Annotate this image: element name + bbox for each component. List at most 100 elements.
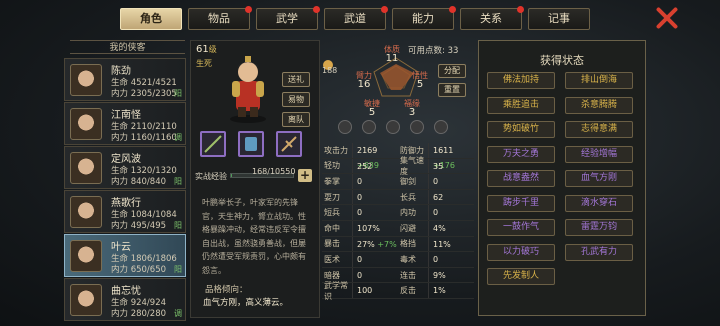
buff-badge[interactable]: 经验增幅 [565, 145, 633, 163]
exp-label: 实战经验 [195, 172, 227, 181]
stat-cell: 武学常识 100 [322, 281, 398, 301]
stat-name: 攻击力 [324, 145, 348, 155]
tab-2[interactable]: 武学 [256, 6, 320, 30]
stat-value: 0 [428, 205, 474, 220]
roster-item[interactable]: 陈劲 生命 4521/4521 内力 2305/2305 阳 [64, 58, 186, 101]
stat-name: 耍刀 [324, 192, 340, 202]
avatar [70, 108, 102, 140]
buff-badge[interactable]: 排山倒海 [565, 72, 633, 89]
add-exp-button[interactable]: + [298, 169, 312, 182]
exp-value: 168/10550 [252, 167, 296, 176]
buff-badge[interactable]: 一鼓作气 [487, 219, 555, 236]
buff-badge[interactable]: 势如破竹 [487, 121, 555, 138]
buff-badge[interactable]: 万夫之勇 [487, 145, 555, 163]
stat-name: 御剑 [400, 176, 416, 186]
gem-slot-icon[interactable] [410, 120, 424, 134]
gift-button[interactable]: 送礼 [282, 72, 310, 87]
stat-cell: 医术 0 [322, 252, 398, 267]
gem-slot-icon[interactable] [362, 120, 376, 134]
stat-value: 252 [352, 158, 398, 174]
stat-cell: 格挡 11% [398, 236, 474, 252]
attr-value-insight: 5 [416, 79, 424, 90]
buff-badge[interactable]: 杀意腾腾 [565, 96, 633, 114]
hero-tag: 阳 [174, 265, 182, 274]
attr-value-constitution: 11 [385, 53, 399, 64]
stat-value: 1% [428, 283, 474, 298]
tab-4[interactable]: 能力 [392, 6, 456, 30]
hero-tag: 阳 [174, 177, 182, 186]
buff-badge[interactable]: 志得意满 [565, 121, 633, 138]
stat-cell: 御剑 0 [398, 174, 474, 189]
buff-badge[interactable]: 滴水穿石 [565, 194, 633, 212]
stat-value: 1611 +176 [428, 143, 474, 170]
tab-0[interactable]: 角色 [120, 8, 182, 30]
buff-title: 获得状态 [540, 54, 584, 67]
attr-value-agility: 5 [368, 107, 376, 118]
tab-3[interactable]: 武道 [324, 6, 388, 30]
allocate-button[interactable]: 分配 [438, 64, 466, 78]
stat-cell: 轻功 252 [322, 158, 398, 174]
character-bio: 叶鹏举长子，叶家军的先锋官，天生神力，膂立战功。性格暴躁冲动，经常违反军令擅自出… [202, 198, 306, 275]
trait-title: 品格倾向： [205, 285, 248, 295]
buff-badge[interactable]: 踌步千里 [487, 194, 555, 212]
character-portrait [230, 56, 266, 123]
stat-value: 35 [428, 158, 474, 174]
stat-cell: 毒术 0 [398, 252, 474, 267]
buff-badge[interactable]: 战意盎然 [487, 170, 555, 187]
tab-5[interactable]: 关系 [460, 6, 524, 30]
roster-item[interactable]: 江南怪 生命 2110/2110 内力 1160/1160 调 [64, 102, 186, 145]
stat-cell: 反击 1% [398, 283, 474, 298]
close-icon[interactable] [655, 6, 679, 30]
notification-dot [449, 6, 456, 13]
stat-value: 107% [352, 220, 398, 236]
buff-badge[interactable]: 孔武有力 [565, 243, 633, 261]
gem-slot-icon[interactable] [338, 120, 352, 134]
stat-cell: 暴击 27% +7% [322, 236, 398, 252]
armor-icon [245, 137, 257, 151]
stat-row: 暴击 27% +7% 格挡 11% [322, 236, 474, 253]
stat-value: 0 [352, 267, 398, 283]
spear-icon [204, 135, 222, 153]
stat-value: 0 [352, 189, 398, 205]
notification-dot [517, 6, 524, 13]
stat-value: 62 [428, 189, 474, 205]
stat-row: 医术 0 毒术 0 [322, 252, 474, 268]
stat-name: 反击 [400, 286, 416, 296]
buff-badge[interactable]: 乘胜追击 [487, 96, 555, 114]
attr-value-strength: 16 [357, 79, 371, 90]
gem-slot-icon[interactable] [386, 120, 400, 134]
stat-name: 轻功 [324, 161, 340, 171]
notification-dot [313, 6, 320, 13]
reset-button[interactable]: 重置 [438, 83, 466, 97]
buff-badge[interactable]: 以力破巧 [487, 243, 555, 261]
accessory-slot[interactable] [276, 131, 302, 157]
buff-badge[interactable]: 血气方刚 [565, 170, 633, 187]
gem-slot-icon[interactable] [434, 120, 448, 134]
roster-item[interactable]: 定风波 生命 1320/1320 内力 840/840 阳 [64, 146, 186, 189]
tab-6[interactable]: 记事 [528, 8, 590, 30]
stat-cell: 短兵 0 [322, 205, 398, 220]
weapon-slot[interactable] [200, 131, 226, 157]
buff-badge[interactable]: 佛法加持 [487, 72, 555, 89]
armor-slot[interactable] [238, 131, 264, 157]
tab-1[interactable]: 物品 [188, 6, 252, 30]
hero-tag: 调 [174, 133, 182, 142]
stat-cell: 集气速度 35 [398, 156, 474, 176]
avatar [70, 196, 102, 228]
stat-cell: 攻击力 2169 +639 [322, 143, 398, 170]
stat-value: 0 [352, 174, 398, 189]
roster-item[interactable]: 燕歌行 生命 1084/1084 内力 495/495 阳 [64, 190, 186, 233]
stat-row: 短兵 0 内功 0 [322, 205, 474, 221]
buff-badge[interactable]: 雷霆万钧 [565, 219, 633, 236]
roster-item[interactable]: 曲忘忧 生命 924/924 内力 280/280 调 [64, 278, 186, 321]
roster-item[interactable]: 叶云 生命 1806/1806 内力 650/650 阳 [64, 234, 186, 277]
leave-party-button[interactable]: 离队 [282, 112, 310, 127]
stat-name: 闪避 [400, 223, 416, 233]
hero-mp: 内力 840/840 [111, 177, 167, 187]
stat-name: 暴击 [324, 239, 340, 249]
avatar [70, 240, 102, 272]
ornament-icon [281, 136, 297, 152]
hero-tag: 阳 [174, 221, 182, 230]
buff-badge[interactable]: 先发制人 [487, 268, 555, 285]
trade-button[interactable]: 易物 [282, 92, 310, 107]
